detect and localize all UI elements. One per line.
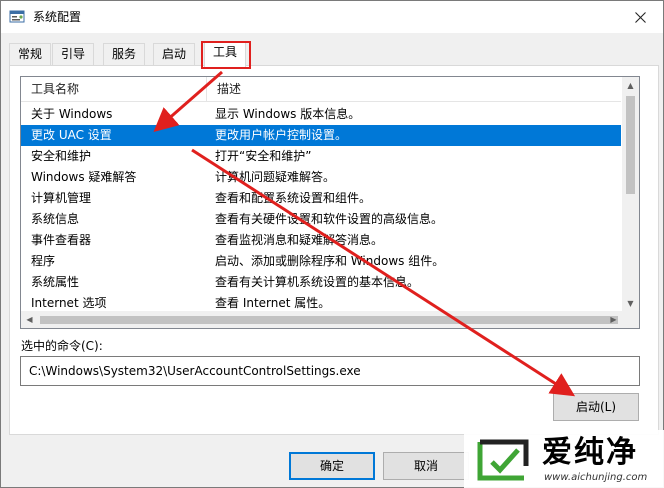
tool-description: 查看有关计算机系统设置的基本信息。 — [215, 275, 420, 289]
watermark: 爱纯净 www.aichunjing.com — [464, 430, 664, 488]
scroll-up-arrow-icon[interactable]: ▲ — [622, 77, 639, 94]
tool-name: 更改 UAC 设置 — [31, 128, 112, 142]
horizontal-scrollbar[interactable]: ◀ ▶ — [21, 311, 639, 328]
list-item-selected[interactable]: 更改 UAC 设置 更改用户帐户控制设置。 — [21, 125, 621, 146]
tool-description: 查看有关硬件设置和软件设置的高级信息。 — [215, 212, 444, 226]
list-item[interactable]: 系统属性 查看有关计算机系统设置的基本信息。 — [21, 272, 621, 293]
tab-boot[interactable]: 引导 — [52, 43, 95, 66]
list-rows: 关于 Windows 显示 Windows 版本信息。 更改 UAC 设置 更改… — [21, 104, 621, 314]
list-item[interactable]: Windows 疑难解答 计算机问题疑难解答。 — [21, 167, 621, 188]
tool-name: 程序 — [31, 254, 56, 268]
scroll-right-arrow-icon[interactable]: ▶ — [605, 311, 622, 328]
watermark-url: www.aichunjing.com — [544, 472, 648, 483]
selected-command-label: 选中的命令(C): — [21, 339, 103, 353]
msconfig-app-icon — [9, 10, 25, 23]
selected-command-field[interactable]: C:\Windows\System32\UserAccountControlSe… — [20, 356, 640, 386]
tool-name: Windows 疑难解答 — [31, 170, 137, 184]
launch-button[interactable]: 启动(L) — [553, 393, 639, 421]
horizontal-scroll-thumb[interactable] — [40, 316, 618, 324]
tools-list[interactable]: 工具名称 描述 关于 Windows 显示 Windows 版本信息。 更改 U… — [20, 76, 640, 329]
tool-description: 显示 Windows 版本信息。 — [215, 107, 361, 121]
list-item[interactable]: 安全和维护 打开“安全和维护” — [21, 146, 621, 167]
tool-name: 安全和维护 — [31, 149, 92, 163]
tool-description: 计算机问题疑难解答。 — [215, 170, 336, 184]
ok-button[interactable]: 确定 — [289, 452, 375, 480]
tab-services[interactable]: 服务 — [103, 43, 146, 66]
system-configuration-window: 系统配置 常规 引导 服务 启动 工具 工具名称 描述 关于 Windows 显… — [0, 0, 664, 488]
tab-strip: 常规 引导 服务 启动 工具 — [9, 41, 659, 67]
tool-description: 打开“安全和维护” — [215, 149, 312, 163]
column-header-tool-name[interactable]: 工具名称 — [21, 77, 207, 102]
tool-name: 计算机管理 — [31, 191, 92, 205]
vertical-scrollbar[interactable]: ▲ ▼ — [622, 77, 639, 312]
watermark-title: 爱纯净 — [542, 435, 638, 470]
title-bar[interactable]: 系统配置 — [1, 1, 663, 33]
tool-description: 更改用户帐户控制设置。 — [215, 128, 348, 142]
tool-description: 查看和配置系统设置和组件。 — [215, 191, 372, 205]
tab-startup[interactable]: 启动 — [153, 43, 196, 66]
tool-name: 事件查看器 — [31, 233, 92, 247]
tab-general[interactable]: 常规 — [9, 43, 52, 66]
cancel-button[interactable]: 取消 — [383, 452, 469, 480]
list-item[interactable]: 事件查看器 查看监视消息和疑难解答消息。 — [21, 230, 621, 251]
close-icon — [634, 11, 646, 23]
list-item[interactable]: 系统信息 查看有关硬件设置和软件设置的高级信息。 — [21, 209, 621, 230]
scroll-left-arrow-icon[interactable]: ◀ — [21, 311, 38, 328]
tool-description: 启动、添加或删除程序和 Windows 组件。 — [215, 254, 445, 268]
tool-name: 系统属性 — [31, 275, 80, 289]
scrollbar-corner — [622, 311, 639, 328]
list-item[interactable]: 程序 启动、添加或删除程序和 Windows 组件。 — [21, 251, 621, 272]
tools-tab-highlight-box — [201, 41, 251, 69]
scroll-down-arrow-icon[interactable]: ▼ — [622, 295, 639, 312]
vertical-scroll-thumb[interactable] — [626, 96, 635, 194]
list-header: 工具名称 描述 — [21, 77, 621, 102]
close-button[interactable] — [617, 1, 663, 33]
tool-name: 系统信息 — [31, 212, 80, 226]
aichunjing-logo — [477, 439, 529, 481]
tool-description: 查看监视消息和疑难解答消息。 — [215, 233, 384, 247]
window-title: 系统配置 — [33, 10, 82, 24]
column-header-description[interactable]: 描述 — [207, 77, 621, 102]
list-item[interactable]: 关于 Windows 显示 Windows 版本信息。 — [21, 104, 621, 125]
list-item[interactable]: 计算机管理 查看和配置系统设置和组件。 — [21, 188, 621, 209]
tool-name: 关于 Windows — [31, 107, 113, 121]
